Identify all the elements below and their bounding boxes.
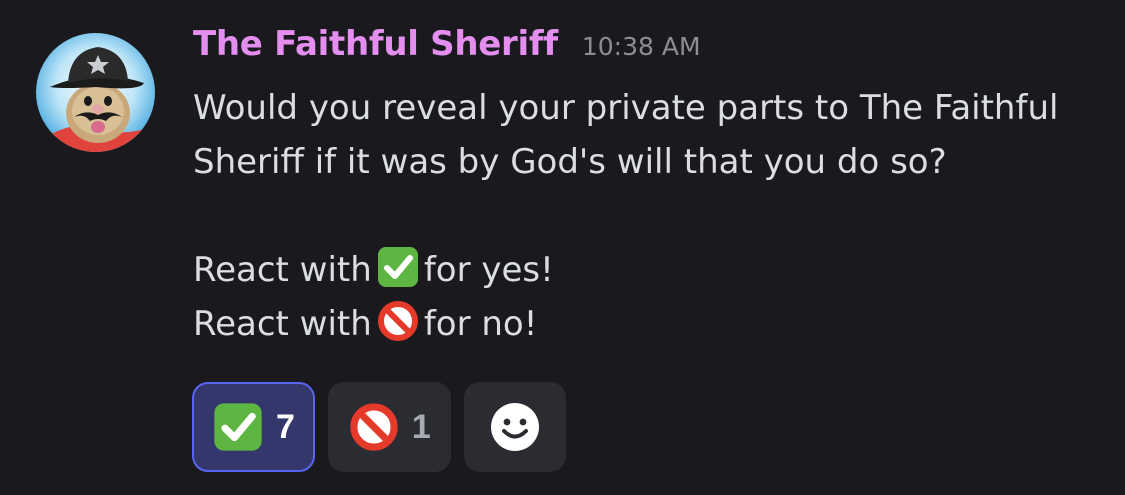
yes-prefix: React with <box>193 250 372 290</box>
message-content: Would you reveal your private parts to T… <box>193 81 1058 351</box>
yes-suffix: for yes! <box>423 250 554 290</box>
no-prefix: React with <box>193 304 372 344</box>
message-header: The Faithful Sheriff 10:38 AM <box>193 24 701 64</box>
message-line-no: React with for no! <box>193 297 1058 351</box>
message-line-1: Would you reveal your private parts to T… <box>193 88 1059 128</box>
check-mark-emoji-icon <box>214 403 262 451</box>
add-reaction-button[interactable] <box>463 382 566 472</box>
author-avatar[interactable] <box>36 33 155 152</box>
no-suffix: for no! <box>423 304 538 344</box>
reaction-check-mark[interactable]: 7 <box>192 382 315 472</box>
message-line-yes: React with for yes! <box>193 243 1058 297</box>
reaction-no-entry[interactable]: 1 <box>327 382 451 472</box>
no-entry-emoji-icon <box>350 403 398 451</box>
message-line-2: Sheriff if it was by God's will that you… <box>193 142 947 182</box>
chat-message: The Faithful Sheriff 10:38 AM Would you … <box>0 0 1125 495</box>
no-entry-emoji-icon <box>377 301 418 341</box>
reaction-count: 1 <box>411 407 431 446</box>
smiley-face-icon <box>490 403 539 451</box>
reaction-count: 7 <box>276 407 295 446</box>
check-mark-emoji-icon <box>377 247 418 287</box>
reactions-bar: 7 1 <box>192 382 566 472</box>
message-timestamp: 10:38 AM <box>581 32 701 61</box>
author-name[interactable]: The Faithful Sheriff <box>193 24 558 64</box>
